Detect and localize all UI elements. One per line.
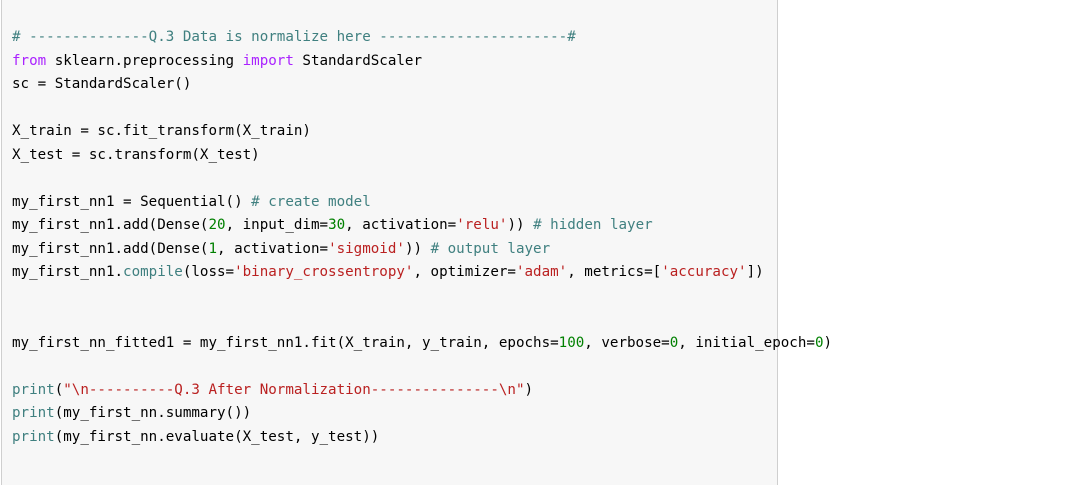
code-token-comment: print — [12, 428, 55, 445]
code-token-plain: X_train = sc.fit_transform(X_train) — [12, 123, 311, 139]
code-token-comment: print — [12, 405, 55, 421]
code-line: X_test = sc.transform(X_test) — [12, 144, 832, 168]
code-token-keyword: import — [242, 52, 294, 69]
code-line: my_first_nn1 = Sequential() # create mod… — [12, 191, 832, 215]
code-token-plain: , metrics=[ — [567, 264, 662, 280]
code-line: print("\n----------Q.3 After Normalizati… — [12, 379, 832, 403]
code-token-number: 30 — [328, 217, 346, 233]
code-token-comment: compile — [123, 264, 183, 280]
code-token-plain: ]) — [746, 264, 764, 280]
code-token-comment: # hidden layer — [533, 217, 653, 233]
code-token-plain: ) — [823, 334, 833, 351]
code-line: print(my_first_nn.summary()) — [12, 402, 832, 426]
code-line: sc = StandardScaler() — [12, 73, 832, 97]
code-token-comment: # output layer — [430, 240, 551, 257]
code-token-string: 'binary_crossentropy' — [234, 264, 414, 280]
code-line: my_first_nn_fitted1 = my_first_nn1.fit(X… — [12, 332, 832, 356]
code-token-plain: , activation= — [345, 217, 457, 233]
code-line: my_first_nn1.add(Dense(1, activation='si… — [12, 238, 832, 262]
code-token-plain: )) — [404, 240, 431, 257]
code-token-plain: (loss= — [182, 264, 235, 280]
code-token-number: 0 — [669, 334, 679, 351]
code-token-plain: )) — [507, 217, 534, 233]
code-token-plain: my_first_nn1.add(Dense( — [12, 240, 209, 257]
code-token-keyword: from — [12, 52, 47, 69]
code-token-string: 'accuracy' — [661, 264, 747, 280]
code-token-comment: # create model — [251, 193, 371, 210]
code-token-plain: sc = StandardScaler() — [12, 76, 192, 92]
code-token-plain: my_first_nn1 = Sequential() — [12, 193, 252, 210]
code-line: my_first_nn1.add(Dense(20, input_dim=30,… — [12, 214, 832, 238]
code-line: print(my_first_nn.evaluate(X_test, y_tes… — [12, 426, 832, 450]
code-token-string: 'adam' — [515, 264, 568, 280]
code-token-plain: (my_first_nn.evaluate(X_test, y_test)) — [54, 428, 380, 445]
code-token-plain: my_first_nn1. — [12, 264, 124, 280]
code-token-plain: ( — [54, 381, 64, 398]
code-token-comment: print — [12, 381, 55, 398]
code-line: # --------------Q.3 Data is normalize he… — [12, 26, 832, 50]
code-line: X_train = sc.fit_transform(X_train) — [12, 120, 832, 144]
code-token-plain: my_first_nn_fitted1 = my_first_nn1.fit(X… — [12, 334, 559, 351]
code-cell[interactable]: # --------------Q.3 Data is normalize he… — [1, 0, 832, 485]
code-token-plain: , activation= — [217, 240, 329, 257]
code-token-plain: sklearn.preprocessing — [46, 52, 243, 69]
code-token-plain: ) — [524, 381, 534, 398]
code-token-plain: (my_first_nn.summary()) — [54, 405, 252, 421]
code-token-plain: , optimizer= — [413, 264, 516, 280]
code-token-plain: StandardScaler — [293, 52, 423, 69]
code-token-plain: X_test = sc.transform(X_test) — [12, 146, 260, 163]
code-editor[interactable]: # --------------Q.3 Data is normalize he… — [12, 26, 832, 449]
code-token-number: 1 — [208, 240, 218, 257]
code-token-number: 20 — [208, 217, 226, 233]
code-token-comment: # --------------Q.3 Data is normalize he… — [12, 29, 576, 45]
code-token-plain: , verbose= — [584, 334, 670, 351]
code-token-plain: , input_dim= — [225, 217, 329, 233]
code-token-string: 'relu' — [456, 217, 508, 233]
code-line: from sklearn.preprocessing import Standa… — [12, 50, 832, 74]
code-line: my_first_nn1.compile(loss='binary_crosse… — [12, 261, 832, 285]
code-token-plain: , initial_epoch= — [678, 334, 815, 351]
code-token-string: 'sigmoid' — [328, 240, 405, 257]
code-token-plain: my_first_nn1.add(Dense( — [12, 217, 209, 233]
code-token-string: "\n----------Q.3 After Normalization----… — [63, 381, 525, 398]
code-token-number: 100 — [558, 334, 585, 351]
